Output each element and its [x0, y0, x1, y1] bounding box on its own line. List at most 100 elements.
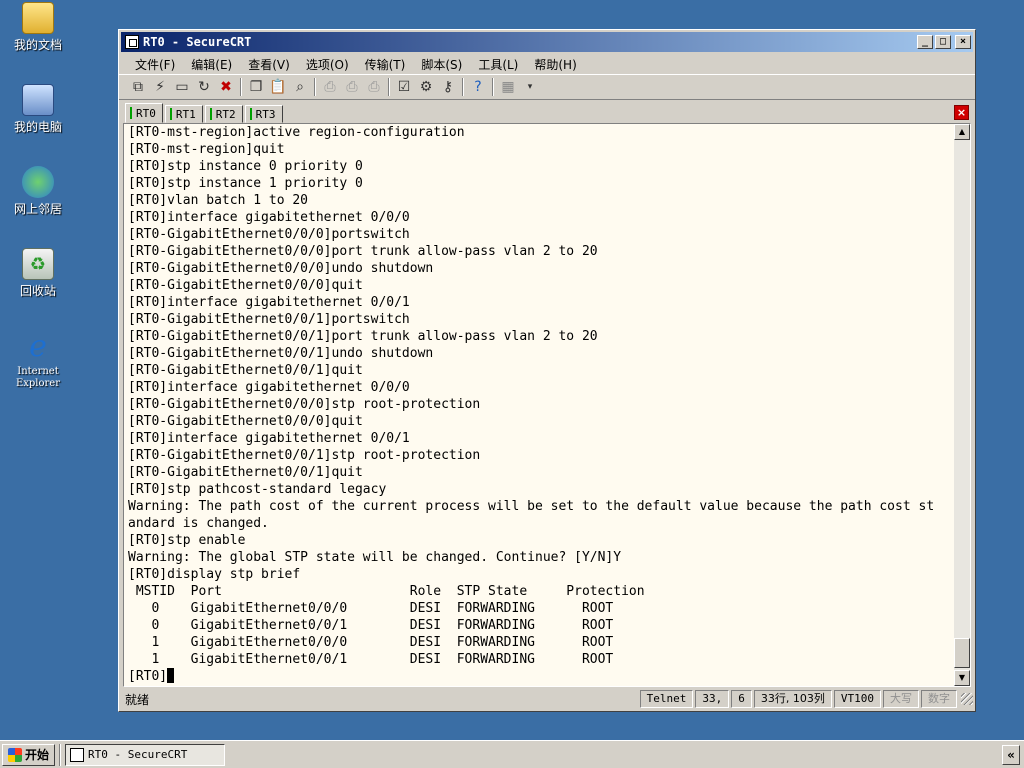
my-documents-icon: [22, 2, 54, 34]
menu-edit[interactable]: 编辑(E): [183, 56, 240, 73]
menu-transfer[interactable]: 传输(T): [357, 56, 414, 73]
tab-rt0[interactable]: RT0: [125, 103, 163, 123]
desktop-icon-network-places[interactable]: 网上邻居: [6, 166, 70, 216]
desktop-icon-my-computer[interactable]: 我的电脑: [6, 84, 70, 134]
text-cursor: [167, 668, 175, 683]
tab-label: RT0: [136, 106, 156, 120]
terminal-line: andard is changed.: [128, 516, 269, 531]
terminal-line: Warning: The global STP state will be ch…: [128, 550, 622, 565]
toolbar-separator: [388, 78, 390, 96]
global-options-icon[interactable]: ⚙: [415, 77, 437, 97]
taskbar-separator: [59, 743, 62, 766]
start-button[interactable]: 开始: [2, 743, 56, 766]
toolbar-separator: [240, 78, 242, 96]
terminal-line: [RT0]interface gigabitethernet 0/0/0: [128, 210, 410, 225]
reconnect-icon[interactable]: ↻: [193, 77, 215, 97]
print-setup-icon[interactable]: ⎙: [363, 77, 385, 97]
close-button[interactable]: ×: [955, 35, 971, 49]
terminal-line: [RT0-GigabitEthernet0/0/0]stp root-prote…: [128, 397, 481, 412]
disconnect-icon[interactable]: ✖: [215, 77, 237, 97]
print-selection-icon[interactable]: ⎙: [341, 77, 363, 97]
tab-rt1[interactable]: RT1: [164, 105, 203, 123]
recycle-bin-icon: ♻: [22, 248, 54, 280]
print-icon[interactable]: ⎙: [319, 77, 341, 97]
menu-file[interactable]: 文件(F): [127, 56, 183, 73]
terminal-prompt-line: [RT0]: [128, 668, 950, 685]
terminal-line: [RT0]stp instance 0 priority 0: [128, 159, 363, 174]
menu-bar: 文件(F) 编辑(E) 查看(V) 选项(O) 传输(T) 脚本(S) 工具(L…: [119, 54, 975, 74]
toolbar: ⧉ ⚡ ▭ ↻ ✖ ❐ 📋 ⌕ ⎙ ⎙ ⎙ ☑ ⚙ ⚷ ? ▦ ▾: [119, 74, 975, 100]
minimize-button[interactable]: _: [917, 35, 933, 49]
connect-icon[interactable]: ⧉: [127, 77, 149, 97]
window-title: RT0 - SecureCRT: [143, 35, 252, 49]
status-col: 6: [731, 690, 752, 708]
tab-label: RT1: [175, 107, 196, 121]
taskbar-item-label: RT0 - SecureCRT: [88, 748, 188, 761]
terminal-line: [RT0-GigabitEthernet0/0/0]quit: [128, 414, 363, 429]
terminal-line: 1 GigabitEthernet0/0/1 DESI FORWARDING R…: [128, 652, 614, 667]
terminal-line: [RT0-mst-region]active region-configurat…: [128, 125, 465, 140]
desktop-icon-my-documents[interactable]: 我的文档: [6, 2, 70, 52]
status-caps: 大写: [883, 690, 919, 708]
vertical-scrollbar[interactable]: ▲ ▼: [954, 124, 970, 686]
desktop-icon-label: 我的电脑: [13, 120, 62, 134]
terminal-line: [RT0-GigabitEthernet0/0/1]quit: [128, 363, 363, 378]
terminal-output[interactable]: [RT0-mst-region]active region-configurat…: [128, 124, 950, 686]
maximize-button[interactable]: □: [935, 35, 951, 49]
toolbar-separator: [492, 78, 494, 96]
terminal-line: 0 GigabitEthernet0/0/1 DESI FORWARDING R…: [128, 618, 614, 633]
close-tab-button[interactable]: ×: [954, 105, 969, 120]
terminal-line: [RT0]interface gigabitethernet 0/0/1: [128, 431, 410, 446]
terminal-line: [RT0-GigabitEthernet0/0/1]quit: [128, 465, 363, 480]
terminal-line: [RT0-GigabitEthernet0/0/0]quit: [128, 278, 363, 293]
copy-icon[interactable]: ❐: [245, 77, 267, 97]
status-row: 33,: [695, 690, 730, 708]
terminal-line: [RT0]interface gigabitethernet 0/0/1: [128, 295, 410, 310]
session-options-icon[interactable]: ☑: [393, 77, 415, 97]
connected-indicator-icon: [169, 108, 172, 120]
quick-connect-icon[interactable]: ⚡: [149, 77, 171, 97]
toolbar-overflow-icon[interactable]: ▾: [519, 77, 541, 97]
menu-script[interactable]: 脚本(S): [413, 56, 470, 73]
keymap-icon[interactable]: ▦: [497, 77, 519, 97]
securecrt-window: RT0 - SecureCRT _ □ × 文件(F) 编辑(E) 查看(V) …: [118, 29, 976, 712]
terminal-area[interactable]: [RT0-mst-region]active region-configurat…: [123, 123, 971, 687]
window-titlebar[interactable]: RT0 - SecureCRT _ □ ×: [121, 32, 973, 52]
terminal-line: [RT0]stp enable: [128, 533, 246, 548]
menu-options[interactable]: 选项(O): [298, 56, 357, 73]
paste-icon[interactable]: 📋: [267, 77, 289, 97]
start-label: 开始: [25, 748, 50, 762]
desktop-icon-label: 我的文档: [13, 38, 62, 52]
menu-tools[interactable]: 工具(L): [470, 56, 526, 73]
terminal-line: [RT0]stp instance 1 priority 0: [128, 176, 363, 191]
terminal-prompt: [RT0]: [128, 669, 168, 684]
key-icon[interactable]: ⚷: [437, 77, 459, 97]
desktop-icon-internet-explorer[interactable]: e Internet Explorer: [6, 328, 70, 390]
tab-rt2[interactable]: RT2: [204, 105, 243, 123]
tray-expand-button[interactable]: «: [1002, 744, 1020, 765]
terminal-line: Warning: The path cost of the current pr…: [128, 499, 935, 514]
securecrt-app-icon: [125, 35, 139, 49]
find-icon[interactable]: ⌕: [289, 77, 311, 97]
scrollbar-thumb[interactable]: [954, 638, 970, 668]
terminal-line: MSTID Port Role STP State Protection: [128, 584, 645, 599]
help-icon[interactable]: ?: [467, 77, 489, 97]
connect-in-tab-icon[interactable]: ▭: [171, 77, 193, 97]
menu-help[interactable]: 帮助(H): [526, 56, 584, 73]
session-tabs: RT0 RT1 RT2 RT3 ×: [119, 103, 975, 123]
terminal-line: [RT0-mst-region]quit: [128, 142, 285, 157]
menu-view[interactable]: 查看(V): [240, 56, 298, 73]
desktop-icon-recycle-bin[interactable]: ♻ 回收站: [6, 248, 70, 298]
scroll-down-icon[interactable]: ▼: [954, 670, 970, 686]
toolbar-separator: [462, 78, 464, 96]
terminal-line: [RT0]display stp brief: [128, 567, 301, 582]
windows-logo-icon: [8, 747, 22, 762]
terminal-line: [RT0-GigabitEthernet0/0/1]port trunk all…: [128, 329, 598, 344]
toolbar-separator: [314, 78, 316, 96]
status-ready: 就绪: [125, 692, 150, 707]
resize-grip-icon[interactable]: [961, 693, 973, 705]
tab-rt3[interactable]: RT3: [244, 105, 283, 123]
scroll-up-icon[interactable]: ▲: [954, 124, 970, 140]
internet-explorer-icon: e: [29, 328, 47, 364]
taskbar-item-securecrt[interactable]: RT0 - SecureCRT: [65, 743, 226, 766]
